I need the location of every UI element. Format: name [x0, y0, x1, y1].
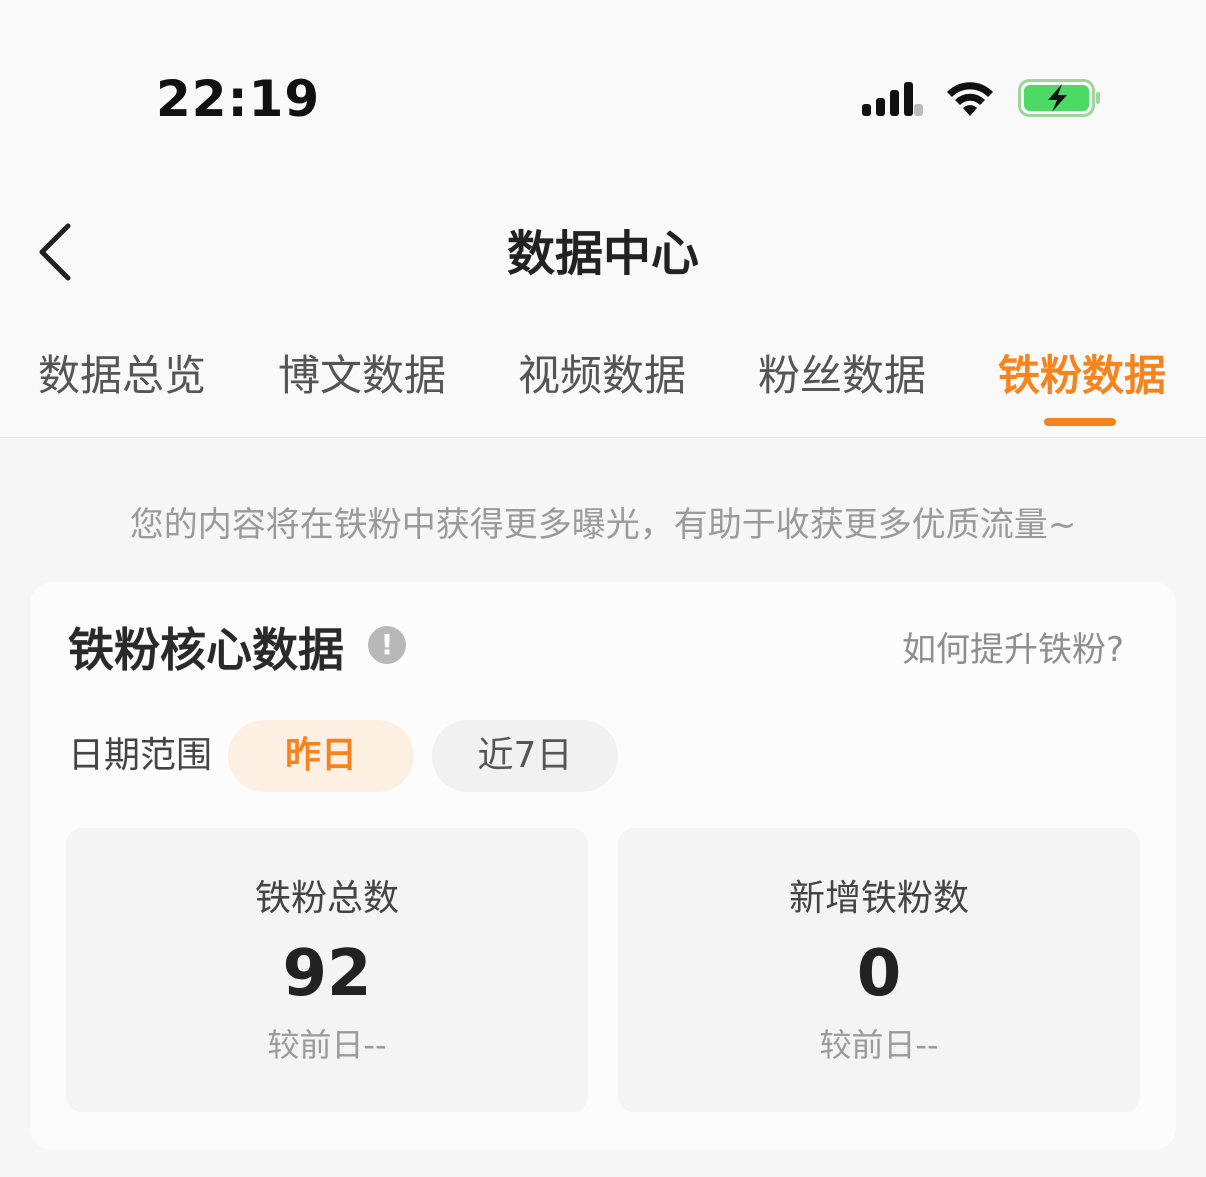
tab-fans-data[interactable]: 粉丝数据 [758, 346, 926, 406]
info-icon[interactable]: ! [368, 626, 406, 664]
stat-compare: 较前日-- [267, 1026, 387, 1064]
active-tab-indicator [1044, 418, 1116, 426]
cellular-signal-icon [862, 76, 926, 120]
stat-new-iron-fans: 新增铁粉数 0 较前日-- [618, 828, 1140, 1112]
battery-charging-icon [1018, 79, 1100, 117]
page-title: 数据中心 [506, 226, 699, 282]
card-title: 铁粉核心数据 [68, 623, 344, 677]
tab-post-data[interactable]: 博文数据 [278, 346, 446, 406]
range-yesterday-button[interactable]: 昨日 [228, 720, 414, 792]
hint-text: 您的内容将在铁粉中获得更多曝光，有助于收获更多优质流量~ [129, 505, 1077, 545]
iron-fans-core-card: 铁粉核心数据 ! 如何提升铁粉? 日期范围 昨日 近7日 铁粉总数 92 较前日… [30, 582, 1176, 1150]
stat-label: 新增铁粉数 [788, 878, 969, 919]
status-time: 22:19 [156, 70, 321, 128]
tab-video-data[interactable]: 视频数据 [518, 346, 686, 406]
top-area: 22:19 数据中心 数据总览 博文数据 视频数据 粉丝数据 铁粉数据 [0, 0, 1206, 438]
tab-bar: 数据总览 博文数据 视频数据 粉丝数据 铁粉数据 [0, 346, 1206, 406]
stat-value: 92 [282, 937, 372, 1011]
stat-label: 铁粉总数 [254, 878, 399, 919]
date-range-label: 日期范围 [68, 735, 213, 776]
stat-value: 0 [856, 937, 902, 1011]
how-to-improve-link[interactable]: 如何提升铁粉? [902, 622, 1124, 678]
tab-iron-fans-data[interactable]: 铁粉数据 [998, 346, 1166, 406]
tab-overview[interactable]: 数据总览 [38, 346, 206, 406]
wifi-icon [947, 82, 993, 116]
range-last-7-days-button[interactable]: 近7日 [432, 720, 618, 792]
stat-compare: 较前日-- [819, 1026, 939, 1064]
stat-total-iron-fans: 铁粉总数 92 较前日-- [66, 828, 588, 1112]
